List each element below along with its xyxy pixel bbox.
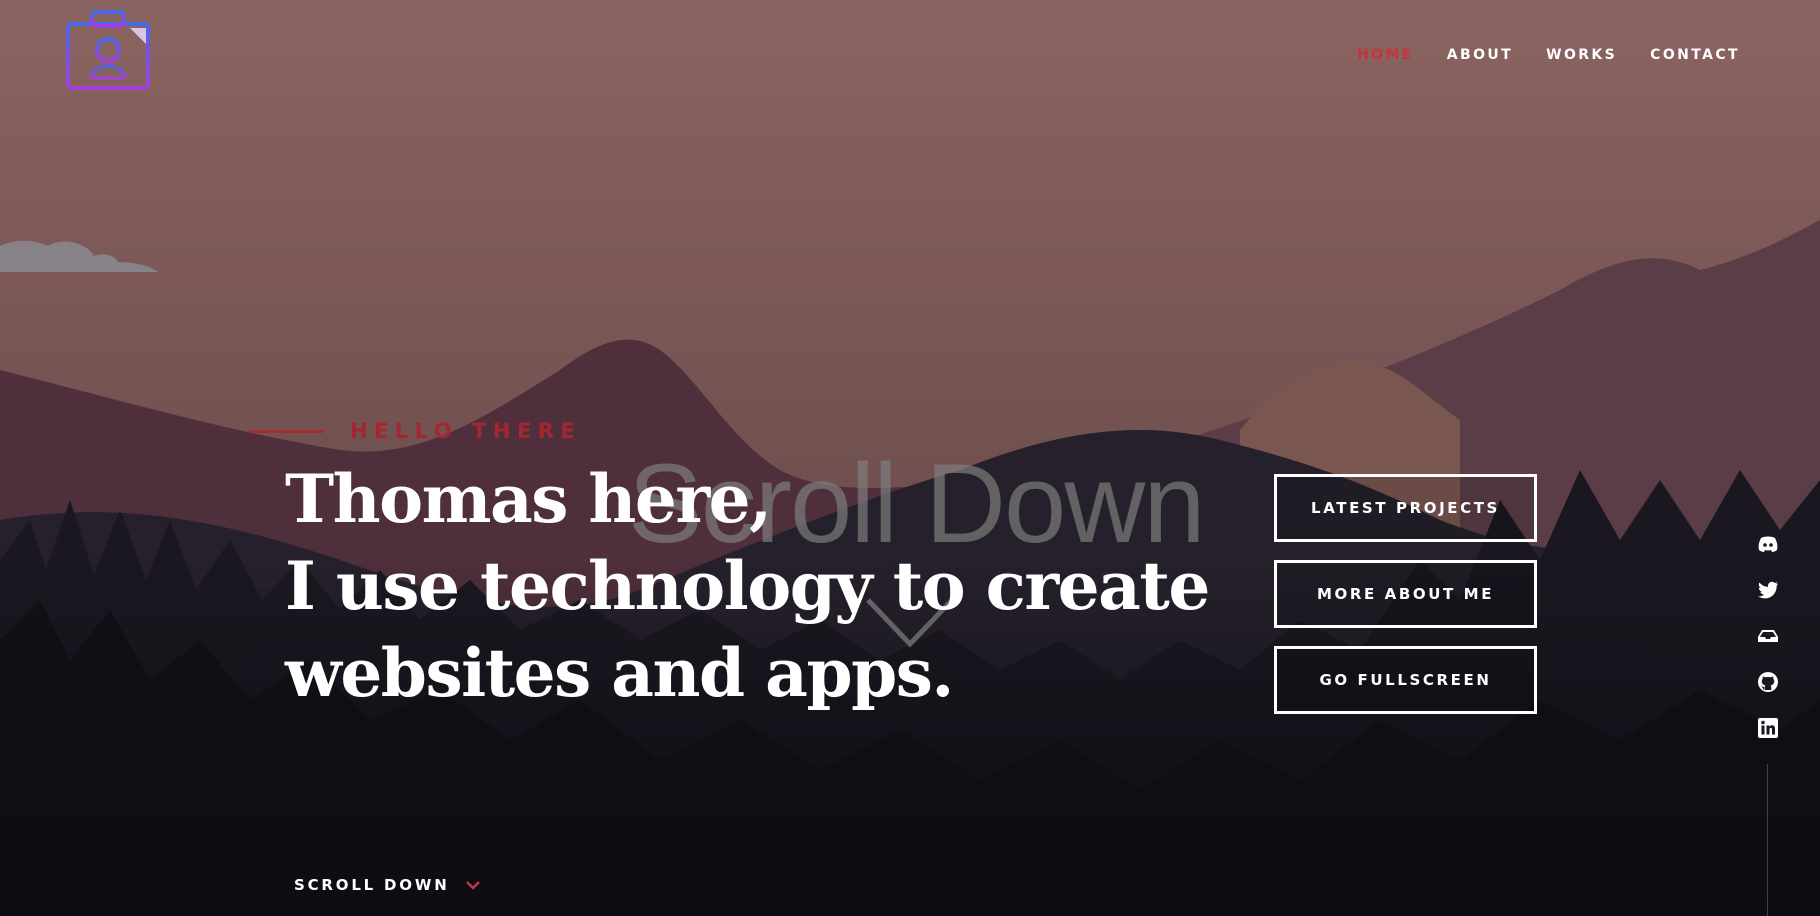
nav-link-about[interactable]: ABOUT [1447,47,1513,63]
hero-eyebrow: HELLO THERE [249,419,581,443]
inbox-icon[interactable] [1756,624,1780,648]
chevron-down-icon [465,881,480,890]
github-icon[interactable] [1756,670,1780,694]
more-about-me-button[interactable]: MORE ABOUT ME [1274,560,1537,628]
camera-portrait-icon[interactable] [64,8,152,92]
go-fullscreen-button[interactable]: GO FULLSCREEN [1274,646,1537,714]
hero-headline: Thomas here, I use technology to create … [285,456,1210,717]
nav-link-works[interactable]: WORKS [1546,47,1617,63]
main-nav: HOME ABOUT WORKS CONTACT [1357,44,1740,63]
nav-item-contact: CONTACT [1650,44,1740,63]
nav-link-contact[interactable]: CONTACT [1650,47,1740,63]
headline-line-3: websites and apps. [285,634,954,712]
social-links [1754,532,1782,740]
nav-item-about: ABOUT [1447,44,1513,63]
scroll-down-label: SCROLL DOWN [294,876,450,894]
scroll-down-link[interactable]: SCROLL DOWN [294,876,481,894]
nav-item-home: HOME [1357,44,1414,63]
eyebrow-text: HELLO THERE [350,419,582,443]
twitter-icon[interactable] [1756,578,1780,602]
headline-line-2: I use technology to create [285,547,1210,625]
nav-link-home[interactable]: HOME [1357,47,1414,63]
discord-icon[interactable] [1756,532,1780,556]
hero-actions: LATEST PROJECTS MORE ABOUT ME GO FULLSCR… [1274,474,1537,714]
linkedin-icon[interactable] [1756,716,1780,740]
headline-line-1: Thomas here, [285,460,772,538]
latest-projects-button[interactable]: LATEST PROJECTS [1274,474,1537,542]
eyebrow-rule [249,429,324,433]
social-divider-line [1767,764,1768,916]
nav-item-works: WORKS [1546,44,1617,63]
hero-page: HOME ABOUT WORKS CONTACT HELLO THERE Scr… [0,0,1820,916]
